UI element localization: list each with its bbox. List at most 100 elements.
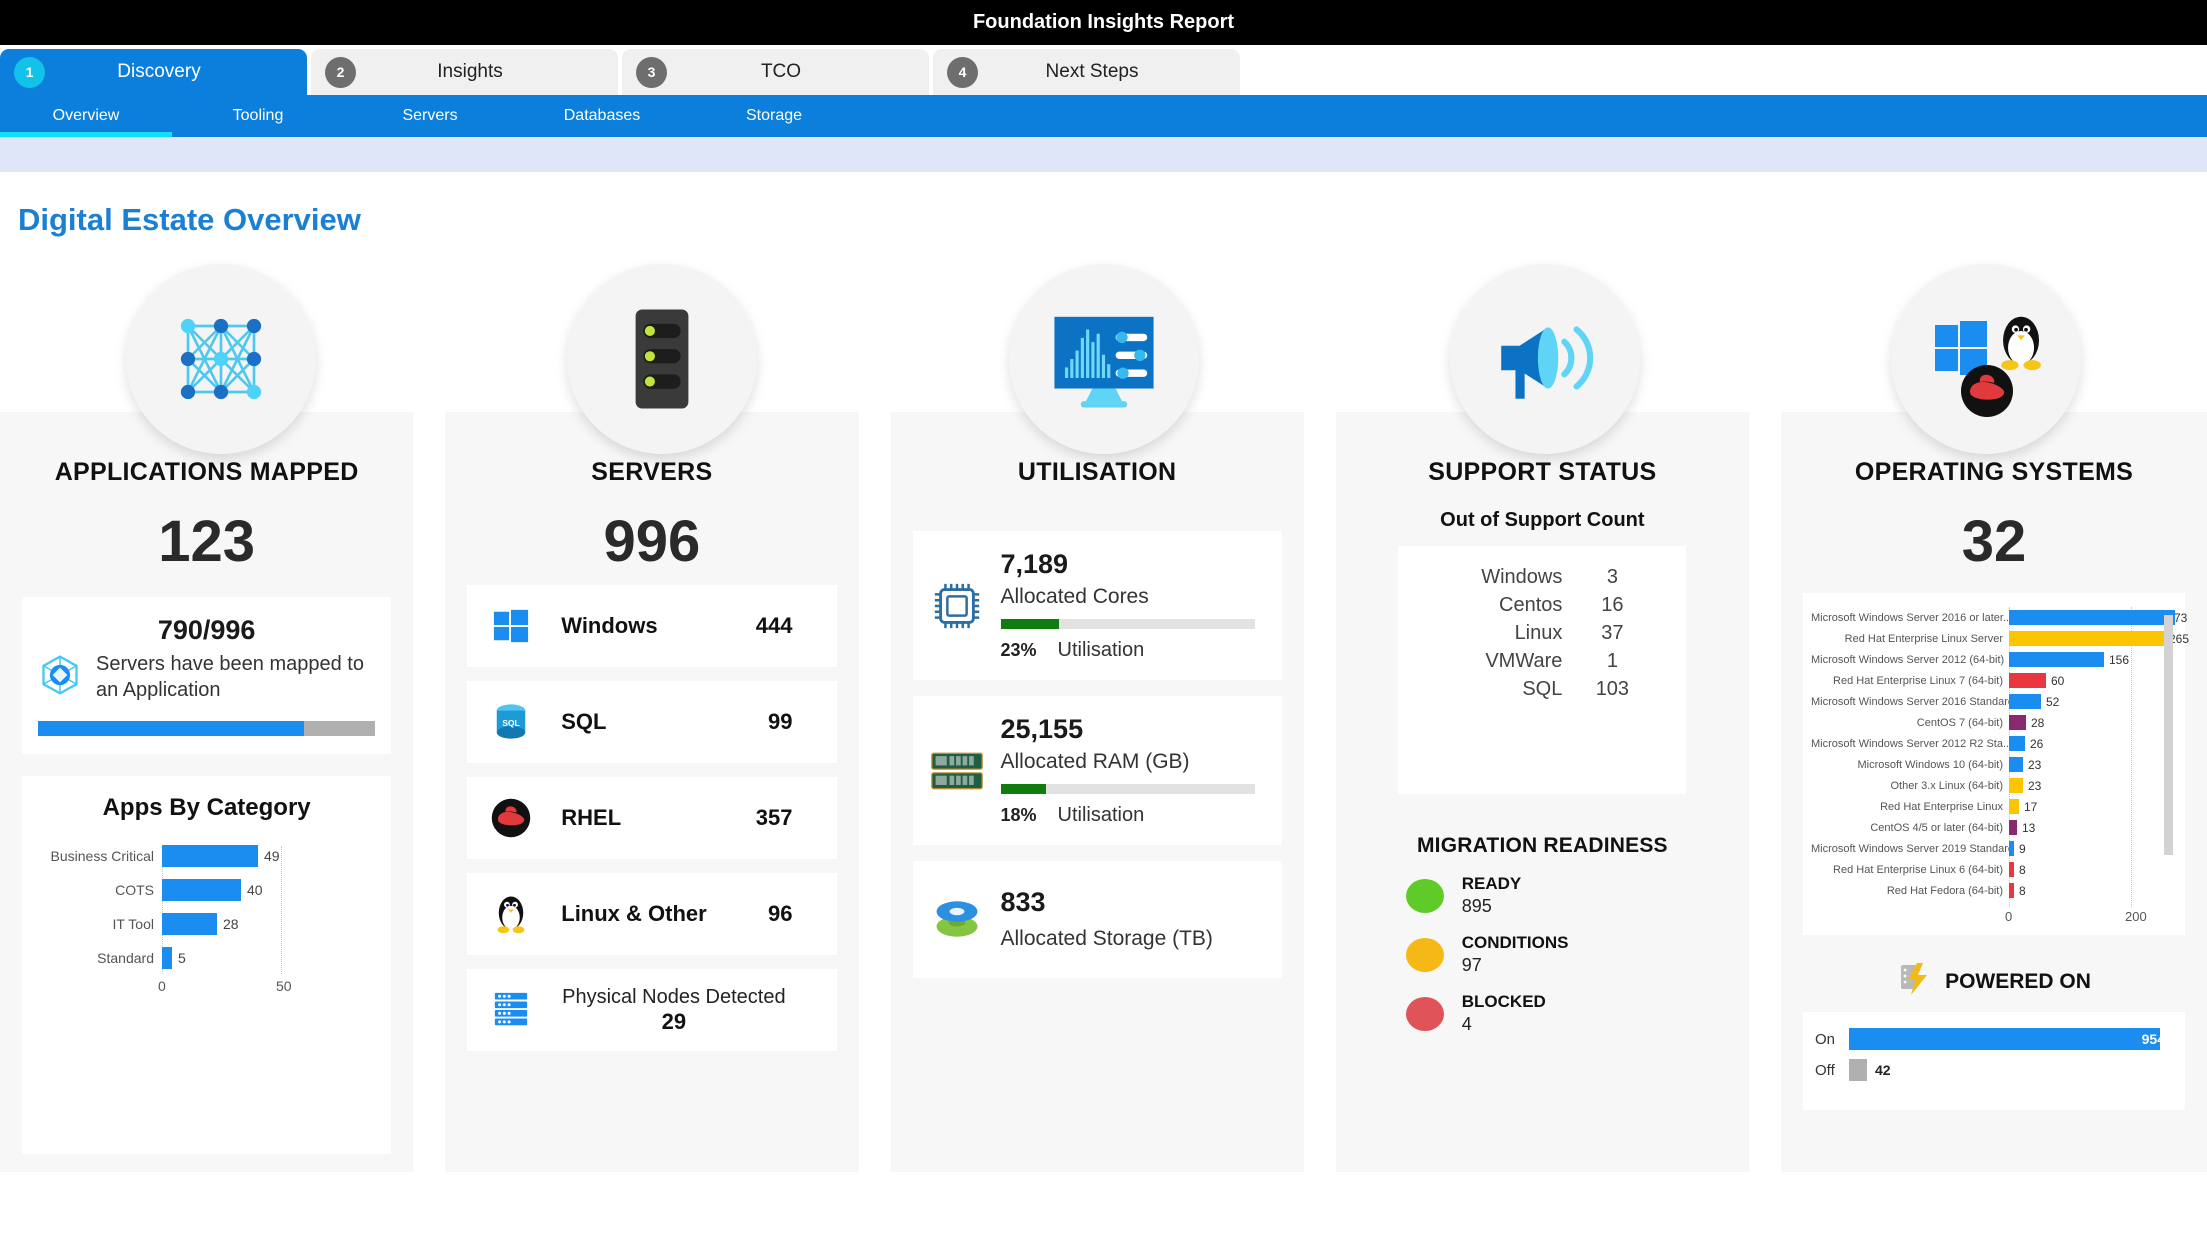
- os-bar-row: Red Hat Enterprise Linux Server 265: [1811, 628, 2189, 649]
- os-chart-x-axis: 0 200: [1811, 909, 2175, 927]
- powered-off-value: 42: [1875, 1062, 1891, 1078]
- migration-readiness-heading: MIGRATION READINESS: [1416, 834, 1668, 857]
- server-stack-icon: [489, 990, 533, 1030]
- server-row-windows: Windows 444: [467, 585, 837, 667]
- redhat-logo-icon: [489, 798, 533, 838]
- mapped-progress-fill: [38, 721, 305, 737]
- utilisation-progress-bar: [1000, 784, 1256, 795]
- subnav-item-storage[interactable]: Storage: [688, 95, 860, 137]
- os-bar-row: Microsoft Windows Server 2016 or later..…: [1811, 607, 2187, 628]
- os-bar-row: Other 3.x Linux (64-bit) 23: [1811, 775, 2175, 796]
- subnav-item-overview[interactable]: Overview: [0, 95, 172, 137]
- table-row: Linux 37: [1398, 622, 1686, 645]
- step-tabs: 1 Discovery 2 Insights 3 TCO 4 Next Step…: [0, 45, 2207, 95]
- card-title: SERVERS: [591, 458, 713, 486]
- svg-text:SQL: SQL: [502, 718, 520, 728]
- os-bar-label: Microsoft Windows Server 2016 Standard: [1811, 695, 2009, 708]
- server-row-count: 357: [755, 805, 793, 830]
- os-bar-value: 9: [2019, 841, 2026, 856]
- bar-label: Standard: [97, 950, 154, 967]
- migration-row-ready: READY 895: [1405, 874, 1679, 917]
- mapped-description-row: Servers have been mapped to an Applicati…: [38, 652, 375, 703]
- subnav-item-tooling[interactable]: Tooling: [172, 95, 344, 137]
- x-tick-50: 50: [276, 978, 292, 995]
- tab-next-steps[interactable]: 4 Next Steps: [933, 49, 1240, 95]
- azure-migrate-icon: [38, 653, 82, 702]
- nav-spacer: [0, 172, 2207, 194]
- server-row-linux: Linux & Other 96: [467, 873, 837, 955]
- tab-discovery[interactable]: 1 Discovery: [0, 49, 307, 95]
- oos-count: 3: [1606, 566, 1618, 588]
- oos-name: Centos: [1499, 594, 1563, 616]
- os-chart-scrollbar[interactable]: [2164, 615, 2173, 855]
- chart-bar-row: Business Critical 49: [36, 842, 377, 870]
- subnav-item-databases[interactable]: Databases: [516, 95, 688, 137]
- tab-tco-label: TCO: [760, 61, 802, 82]
- x-tick-0: 0: [2005, 909, 2013, 924]
- utilisation-progress-bar: [1000, 619, 1256, 630]
- os-bar-label: Microsoft Windows Server 2016 or later..…: [1811, 611, 2009, 624]
- power-bolt-icon: [1897, 961, 1933, 1002]
- bar-label: IT Tool: [112, 916, 154, 933]
- bar-value: 5: [178, 950, 186, 967]
- powered-off-row: Off 42: [1815, 1057, 2173, 1083]
- status-dot-conditions: [1405, 937, 1444, 972]
- servers-mapped-panel: 790/996 Servers have been mapped to an A…: [22, 597, 392, 755]
- utilisation-value: 25,155: [1000, 714, 1084, 745]
- circle-slot-applications: [0, 264, 441, 454]
- server-row-rhel: RHEL 357: [467, 777, 837, 859]
- card-operating-systems: OPERATING SYSTEMS 32 Microsoft Windows S…: [1781, 412, 2207, 1172]
- os-bar-track: 26: [2009, 733, 2175, 754]
- oos-count: 1: [1606, 650, 1618, 672]
- physical-nodes-label: Physical Nodes Detected: [562, 985, 786, 1008]
- bar-track: 5: [162, 944, 377, 972]
- os-bar-row: CentOS 4/5 or later (64-bit) 13: [1811, 817, 2175, 838]
- os-bar-row: Microsoft Windows 10 (64-bit) 23: [1811, 754, 2175, 775]
- os-bar-track: 265: [2009, 628, 2189, 649]
- os-bar-row: Microsoft Windows Server 2019 Standard 9: [1811, 838, 2175, 859]
- window-title: Foundation Insights Report: [972, 11, 1235, 33]
- circle-slot-utilisation: [883, 264, 1324, 454]
- os-bar-label: Red Hat Fedora (64-bit): [1886, 884, 2003, 897]
- step-number-icon: 1: [14, 56, 45, 88]
- oos-name: Linux: [1514, 622, 1563, 644]
- tab-insights[interactable]: 2 Insights: [311, 49, 618, 95]
- utilisation-label: Allocated Cores: [1000, 585, 1149, 608]
- tab-next-steps-label: Next Steps: [1045, 61, 1139, 82]
- bar-track: 40: [162, 876, 377, 904]
- os-bar-label: Red Hat Enterprise Linux 6 (64-bit): [1833, 863, 2003, 876]
- os-bar-track: 28: [2009, 712, 2175, 733]
- out-of-support-table: Windows 3 Centos 16 Linux 37 VMWare 1 SQ…: [1398, 546, 1687, 794]
- utilisation-storage-body: 833 Allocated Storage (TB): [1001, 887, 1266, 951]
- os-bar-value: 8: [2019, 883, 2026, 898]
- os-logos-icon: [1891, 264, 2082, 454]
- card-title: UTILISATION: [1017, 458, 1177, 486]
- utilisation-percent-suffix: Utilisation: [1057, 804, 1145, 827]
- operating-systems-count: 32: [1961, 509, 2027, 574]
- os-bar-label: Microsoft Windows Server 2012 (64-bit): [1811, 653, 2005, 666]
- mapped-ratio: 790/996: [157, 615, 256, 645]
- subnav-item-servers[interactable]: Servers: [344, 95, 516, 137]
- table-row: Windows 3: [1398, 566, 1686, 589]
- bar-value: 49: [264, 848, 280, 865]
- tab-tco[interactable]: 3 TCO: [622, 49, 929, 95]
- physical-nodes-block: Physical Nodes Detected 29: [533, 986, 814, 1035]
- oos-name: VMWare: [1485, 650, 1563, 672]
- migration-label: READY: [1461, 874, 1522, 893]
- migration-blocked-text: BLOCKED 4: [1462, 992, 1546, 1035]
- oos-count: 103: [1595, 678, 1630, 700]
- ram-module-icon: [929, 748, 985, 794]
- os-bar-track: 17: [2009, 796, 2175, 817]
- migration-count: 4: [1461, 1014, 1472, 1034]
- powered-off-label: Off: [1815, 1061, 1835, 1079]
- os-bar-label: CentOS 7 (64-bit): [1916, 716, 2003, 729]
- oos-count: 16: [1601, 594, 1624, 616]
- os-bar-label: Microsoft Windows 10 (64-bit): [1857, 758, 2004, 771]
- powered-on-chart: On 954 Off 42: [1803, 1012, 2185, 1110]
- card-servers: SERVERS 996 Windows 444 SQL SQL 99 RHEL …: [445, 412, 859, 1172]
- x-tick-0: 0: [158, 978, 166, 995]
- server-rack-icon: [567, 264, 758, 454]
- os-bar-value: 26: [2030, 736, 2044, 751]
- utilisation-percent-row: 18% Utilisation: [1001, 804, 1266, 827]
- os-bar-track: 156: [2009, 649, 2175, 670]
